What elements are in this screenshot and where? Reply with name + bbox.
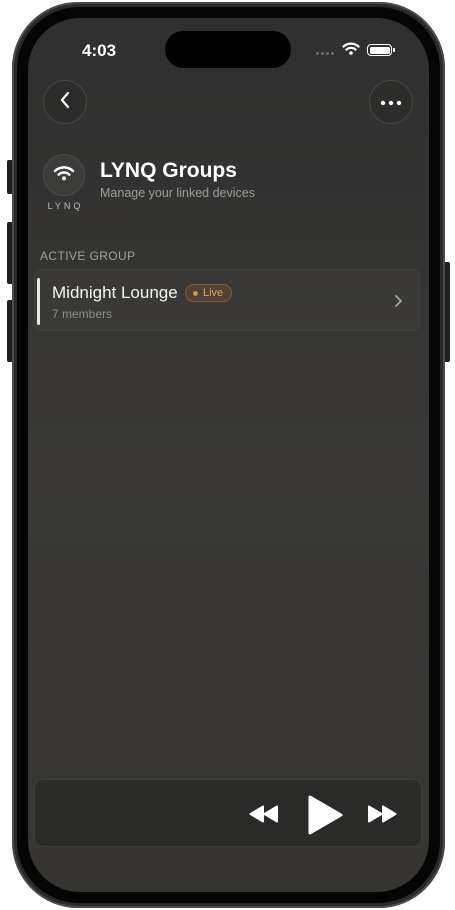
chevron-right-icon xyxy=(394,294,403,313)
wifi-status-icon xyxy=(342,42,360,60)
brand-logo xyxy=(43,154,85,196)
live-dot-icon xyxy=(193,290,198,296)
active-indicator xyxy=(37,278,40,325)
play-icon xyxy=(308,795,343,835)
chevron-left-icon xyxy=(59,91,71,114)
page-title: LYNQ Groups xyxy=(100,159,237,182)
fast-forward-icon xyxy=(368,805,397,823)
fast-forward-button[interactable] xyxy=(367,805,397,828)
playback-bar xyxy=(34,779,422,847)
section-label: ACTIVE GROUP xyxy=(40,249,136,263)
battery-icon xyxy=(367,44,395,56)
live-badge: Live xyxy=(185,284,233,302)
back-button[interactable] xyxy=(43,80,87,124)
live-badge-label: Live xyxy=(203,287,224,299)
page-subtitle: Manage your linked devices xyxy=(100,186,255,200)
ellipsis-icon xyxy=(380,93,402,111)
cellular-signal-icon xyxy=(316,52,334,55)
rewind-button[interactable] xyxy=(249,805,279,828)
dynamic-island xyxy=(165,31,291,68)
more-options-button[interactable] xyxy=(369,80,413,124)
wifi-icon xyxy=(53,165,75,186)
status-time: 4:03 xyxy=(82,41,117,60)
group-name: Midnight Lounge xyxy=(52,283,178,302)
brand-logo-text: LYNQ xyxy=(47,201,84,211)
active-group-row[interactable]: Midnight Lounge Live 7 members xyxy=(34,269,420,331)
group-member-count: 7 members xyxy=(52,307,113,321)
app-screen: 4:03 LYNQ LYNQ Groups Manage your linked… xyxy=(28,18,429,892)
play-button[interactable] xyxy=(306,794,344,841)
rewind-icon xyxy=(249,805,278,823)
